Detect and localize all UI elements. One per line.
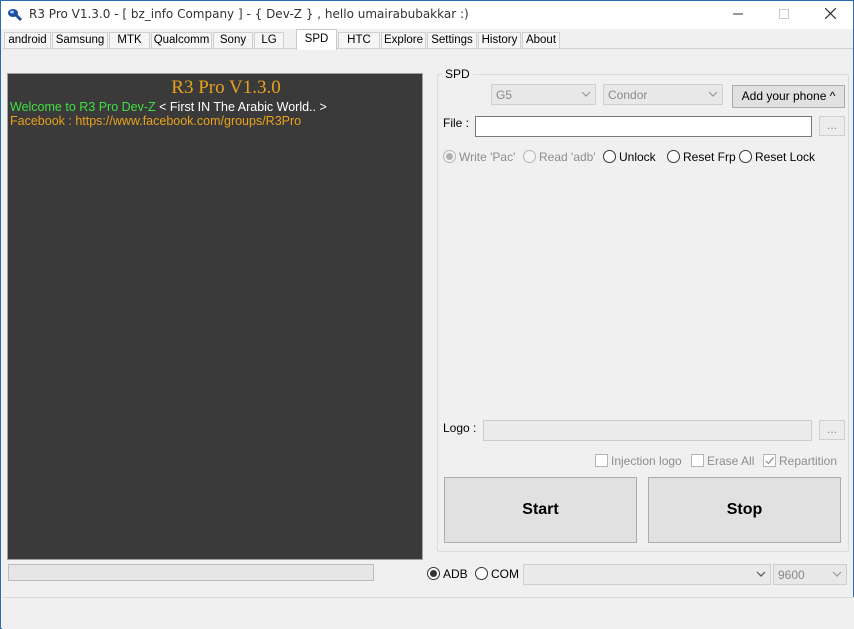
add-phone-button[interactable]: Add your phone ^ bbox=[732, 85, 845, 108]
operation-progress-bar bbox=[8, 564, 374, 581]
reset-lock-label: Reset Lock bbox=[755, 150, 816, 164]
read-adb-radio[interactable] bbox=[523, 150, 536, 163]
injection-logo-label: Injection logo bbox=[611, 454, 682, 468]
reset-lock-radio[interactable] bbox=[739, 150, 752, 163]
tab-android[interactable]: android bbox=[4, 32, 51, 49]
console-welcome-line: Welcome to R3 Pro Dev-Z < First IN The A… bbox=[10, 100, 327, 114]
app-window: R3 Pro V1.3.0 - [ bz_info Company ] - { … bbox=[0, 0, 854, 629]
maximize-icon bbox=[779, 8, 789, 22]
file-browse-button[interactable]: ... bbox=[819, 116, 845, 136]
write-pac-radio[interactable] bbox=[443, 150, 456, 163]
minimize-button[interactable] bbox=[715, 1, 761, 29]
adb-label: ADB bbox=[443, 567, 468, 581]
start-button[interactable]: Start bbox=[444, 477, 637, 543]
tab-strip: android Samsung MTK Qualcomm Sony LG SPD… bbox=[3, 29, 853, 50]
console-tagline: < First IN The Arabic World.. > bbox=[155, 100, 327, 114]
brand-select-value: Condor bbox=[608, 88, 648, 102]
app-icon bbox=[7, 7, 23, 23]
file-label: File : bbox=[443, 116, 470, 130]
tab-lg[interactable]: LG bbox=[254, 32, 284, 49]
com-radio[interactable] bbox=[475, 567, 488, 580]
port-select[interactable] bbox=[523, 564, 771, 585]
console-title: R3 Pro V1.3.0 bbox=[171, 77, 281, 98]
logo-browse-button[interactable]: ... bbox=[819, 420, 845, 440]
tab-explore[interactable]: Explore bbox=[381, 32, 426, 49]
baud-rate-select[interactable]: 9600 bbox=[773, 564, 847, 585]
console-facebook-link: Facebook : https://www.facebook.com/grou… bbox=[10, 114, 302, 128]
spd-group-label: SPD bbox=[442, 67, 473, 81]
logo-path-input[interactable] bbox=[483, 420, 812, 441]
tab-samsung[interactable]: Samsung bbox=[52, 32, 108, 49]
repartition-checkbox[interactable] bbox=[763, 454, 776, 467]
write-pac-label: Write 'Pac' bbox=[459, 150, 516, 164]
title-bar[interactable]: R3 Pro V1.3.0 - [ bz_info Company ] - { … bbox=[1, 1, 853, 29]
tab-about[interactable]: About bbox=[522, 32, 560, 49]
adb-radio[interactable] bbox=[427, 567, 440, 580]
baud-rate-value: 9600 bbox=[778, 568, 805, 582]
erase-all-label: Erase All bbox=[707, 454, 755, 468]
chevron-down-icon bbox=[756, 568, 766, 582]
brand-select[interactable]: Condor bbox=[603, 84, 723, 105]
injection-logo-checkbox[interactable] bbox=[595, 454, 608, 467]
com-label: COM bbox=[491, 567, 519, 581]
chevron-down-icon bbox=[832, 568, 842, 582]
file-path-input[interactable] bbox=[475, 116, 812, 137]
window-title: R3 Pro V1.3.0 - [ bz_info Company ] - { … bbox=[29, 7, 469, 21]
maximize-button[interactable] bbox=[761, 1, 807, 29]
tab-history[interactable]: History bbox=[478, 32, 521, 49]
model-select[interactable]: G5 bbox=[491, 84, 596, 105]
minimize-icon bbox=[733, 8, 743, 22]
tab-sony[interactable]: Sony bbox=[213, 32, 253, 49]
status-bar bbox=[2, 597, 854, 629]
tab-settings[interactable]: Settings bbox=[427, 32, 477, 49]
tab-qualcomm[interactable]: Qualcomm bbox=[151, 32, 212, 49]
erase-all-checkbox[interactable] bbox=[691, 454, 704, 467]
unlock-label: Unlock bbox=[619, 150, 656, 164]
reset-frp-radio[interactable] bbox=[667, 150, 680, 163]
tab-htc[interactable]: HTC bbox=[338, 32, 380, 49]
logo-label: Logo : bbox=[443, 421, 477, 435]
repartition-label: Repartition bbox=[779, 454, 838, 468]
close-button[interactable] bbox=[807, 1, 853, 29]
console-welcome: Welcome to R3 Pro Dev-Z bbox=[10, 100, 156, 114]
chevron-down-icon bbox=[708, 88, 718, 102]
close-icon bbox=[824, 7, 836, 22]
stop-button[interactable]: Stop bbox=[648, 477, 841, 543]
log-console[interactable]: R3 Pro V1.3.0 Welcome to R3 Pro Dev-Z < … bbox=[7, 73, 423, 560]
chevron-down-icon bbox=[581, 88, 591, 102]
tab-mtk[interactable]: MTK bbox=[109, 32, 150, 49]
check-icon bbox=[765, 457, 775, 465]
model-select-value: G5 bbox=[496, 88, 513, 102]
unlock-radio[interactable] bbox=[603, 150, 616, 163]
read-adb-label: Read 'adb' bbox=[539, 150, 596, 164]
tab-spd[interactable]: SPD bbox=[296, 29, 337, 50]
reset-frp-label: Reset Frp bbox=[683, 150, 736, 164]
